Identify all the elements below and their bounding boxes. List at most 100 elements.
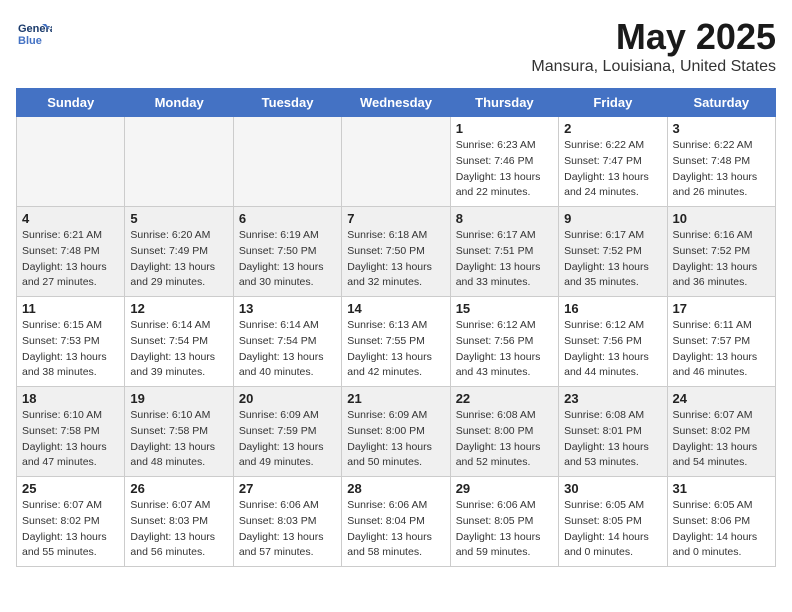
day-number: 25 — [22, 481, 119, 496]
day-number: 1 — [456, 121, 553, 136]
calendar-cell: 21 Sunrise: 6:09 AMSunset: 8:00 PMDayligh… — [342, 387, 450, 477]
week-row-3: 18Sunrise: 6:10 AMSunset: 7:58 PMDayligh… — [17, 387, 776, 477]
day-info: Sunrise: 6:14 AMSunset: 7:54 PMDaylight:… — [130, 318, 227, 381]
day-info: Sunrise: 6:12 AMSunset: 7:56 PMDaylight:… — [456, 318, 553, 381]
svg-text:Blue: Blue — [18, 35, 42, 47]
calendar-cell: 3Sunrise: 6:22 AMSunset: 7:48 PMDaylight… — [667, 117, 775, 207]
day-info: Sunrise: 6:10 AMSunset: 7:58 PMDaylight:… — [130, 408, 227, 471]
weekday-header-monday: Monday — [125, 89, 233, 117]
day-number: 27 — [239, 481, 336, 496]
page-header: General Blue General Blue May 2025 Mansu… — [16, 16, 776, 76]
weekday-header-sunday: Sunday — [17, 89, 125, 117]
day-number: 8 — [456, 211, 553, 226]
week-row-2: 11 Sunrise: 6:15 AMSunset: 7:53 PMDayligh… — [17, 297, 776, 387]
calendar-table: SundayMondayTuesdayWednesdayThursdayFrid… — [16, 88, 776, 567]
weekday-header-wednesday: Wednesday — [342, 89, 450, 117]
day-info: Sunrise: 6:07 AMSunset: 8:03 PMDaylight:… — [130, 498, 227, 561]
logo-icon: General Blue — [16, 16, 52, 52]
day-number: 15 — [456, 301, 553, 316]
day-info: Sunrise: 6:22 AMSunset: 7:47 PMDaylight:… — [564, 138, 661, 201]
calendar-cell: 6 Sunrise: 6:19 AMSunset: 7:50 PMDaylight… — [233, 207, 341, 297]
weekday-header-row: SundayMondayTuesdayWednesdayThursdayFrid… — [17, 89, 776, 117]
week-row-1: 4Sunrise: 6:21 AMSunset: 7:48 PMDaylight… — [17, 207, 776, 297]
calendar-cell: 17Sunrise: 6:11 AMSunset: 7:57 PMDayligh… — [667, 297, 775, 387]
day-info: Sunrise: 6:06 AMSunset: 8:05 PMDaylight:… — [456, 498, 553, 561]
day-number: 26 — [130, 481, 227, 496]
day-info: Sunrise: 6:15 AMSunset: 7:53 PMDaylight:… — [22, 318, 119, 381]
day-info: Sunrise: 6:09 AMSunset: 7:59 PMDaylight:… — [239, 408, 336, 471]
title-area: May 2025 Mansura, Louisiana, United Stat… — [531, 16, 776, 76]
calendar-cell: 24Sunrise: 6:07 AMSunset: 8:02 PMDayligh… — [667, 387, 775, 477]
day-info: Sunrise: 6:08 AMSunset: 8:01 PMDaylight:… — [564, 408, 661, 471]
calendar-cell: 7 Sunrise: 6:18 AMSunset: 7:50 PMDaylight… — [342, 207, 450, 297]
calendar-cell: 25 Sunrise: 6:07 AMSunset: 8:02 PMDayligh… — [17, 477, 125, 567]
day-info: Sunrise: 6:14 AMSunset: 7:54 PMDaylight:… — [239, 318, 336, 381]
calendar-cell: 15 Sunrise: 6:12 AMSunset: 7:56 PMDayligh… — [450, 297, 558, 387]
day-number: 5 — [130, 211, 227, 226]
day-number: 30 — [564, 481, 661, 496]
calendar-cell: 31 Sunrise: 6:05 AMSunset: 8:06 PMDayligh… — [667, 477, 775, 567]
calendar-cell: 9 Sunrise: 6:17 AMSunset: 7:52 PMDaylight… — [559, 207, 667, 297]
day-info: Sunrise: 6:07 AMSunset: 8:02 PMDaylight:… — [22, 498, 119, 561]
day-number: 9 — [564, 211, 661, 226]
logo: General Blue General Blue — [16, 16, 52, 52]
day-info: Sunrise: 6:09 AMSunset: 8:00 PMDaylight:… — [347, 408, 444, 471]
day-number: 22 — [456, 391, 553, 406]
day-info: Sunrise: 6:20 AMSunset: 7:49 PMDaylight:… — [130, 228, 227, 291]
calendar-cell: 23 Sunrise: 6:08 AMSunset: 8:01 PMDayligh… — [559, 387, 667, 477]
day-number: 20 — [239, 391, 336, 406]
day-info: Sunrise: 6:19 AMSunset: 7:50 PMDaylight:… — [239, 228, 336, 291]
day-number: 31 — [673, 481, 770, 496]
calendar-cell: 12 Sunrise: 6:14 AMSunset: 7:54 PMDayligh… — [125, 297, 233, 387]
day-info: Sunrise: 6:23 AMSunset: 7:46 PMDaylight:… — [456, 138, 553, 201]
day-info: Sunrise: 6:18 AMSunset: 7:50 PMDaylight:… — [347, 228, 444, 291]
day-number: 13 — [239, 301, 336, 316]
calendar-cell — [233, 117, 341, 207]
day-number: 17 — [673, 301, 770, 316]
day-info: Sunrise: 6:05 AMSunset: 8:06 PMDaylight:… — [673, 498, 770, 561]
calendar-cell: 16 Sunrise: 6:12 AMSunset: 7:56 PMDayligh… — [559, 297, 667, 387]
calendar-cell — [17, 117, 125, 207]
calendar-cell: 30 Sunrise: 6:05 AMSunset: 8:05 PMDayligh… — [559, 477, 667, 567]
weekday-header-saturday: Saturday — [667, 89, 775, 117]
day-info: Sunrise: 6:22 AMSunset: 7:48 PMDaylight:… — [673, 138, 770, 201]
month-title: May 2025 — [531, 16, 776, 58]
day-number: 23 — [564, 391, 661, 406]
day-number: 28 — [347, 481, 444, 496]
calendar-cell: 19 Sunrise: 6:10 AMSunset: 7:58 PMDayligh… — [125, 387, 233, 477]
day-number: 14 — [347, 301, 444, 316]
calendar-cell: 26 Sunrise: 6:07 AMSunset: 8:03 PMDayligh… — [125, 477, 233, 567]
day-info: Sunrise: 6:12 AMSunset: 7:56 PMDaylight:… — [564, 318, 661, 381]
day-info: Sunrise: 6:10 AMSunset: 7:58 PMDaylight:… — [22, 408, 119, 471]
calendar-cell: 8 Sunrise: 6:17 AMSunset: 7:51 PMDaylight… — [450, 207, 558, 297]
weekday-header-tuesday: Tuesday — [233, 89, 341, 117]
day-number: 12 — [130, 301, 227, 316]
calendar-cell — [342, 117, 450, 207]
calendar-cell: 28Sunrise: 6:06 AMSunset: 8:04 PMDayligh… — [342, 477, 450, 567]
calendar-cell: 10Sunrise: 6:16 AMSunset: 7:52 PMDayligh… — [667, 207, 775, 297]
day-info: Sunrise: 6:17 AMSunset: 7:52 PMDaylight:… — [564, 228, 661, 291]
day-info: Sunrise: 6:16 AMSunset: 7:52 PMDaylight:… — [673, 228, 770, 291]
calendar-cell: 20 Sunrise: 6:09 AMSunset: 7:59 PMDayligh… — [233, 387, 341, 477]
day-number: 11 — [22, 301, 119, 316]
day-number: 7 — [347, 211, 444, 226]
calendar-cell: 4Sunrise: 6:21 AMSunset: 7:48 PMDaylight… — [17, 207, 125, 297]
calendar-cell: 11 Sunrise: 6:15 AMSunset: 7:53 PMDayligh… — [17, 297, 125, 387]
week-row-0: 1 Sunrise: 6:23 AMSunset: 7:46 PMDaylight… — [17, 117, 776, 207]
day-number: 6 — [239, 211, 336, 226]
calendar-cell: 22 Sunrise: 6:08 AMSunset: 8:00 PMDayligh… — [450, 387, 558, 477]
calendar-cell: 18Sunrise: 6:10 AMSunset: 7:58 PMDayligh… — [17, 387, 125, 477]
day-number: 19 — [130, 391, 227, 406]
day-number: 16 — [564, 301, 661, 316]
day-number: 2 — [564, 121, 661, 136]
weekday-header-friday: Friday — [559, 89, 667, 117]
day-number: 21 — [347, 391, 444, 406]
day-info: Sunrise: 6:08 AMSunset: 8:00 PMDaylight:… — [456, 408, 553, 471]
calendar-cell: 14Sunrise: 6:13 AMSunset: 7:55 PMDayligh… — [342, 297, 450, 387]
day-info: Sunrise: 6:05 AMSunset: 8:05 PMDaylight:… — [564, 498, 661, 561]
location-title: Mansura, Louisiana, United States — [531, 58, 776, 76]
day-info: Sunrise: 6:17 AMSunset: 7:51 PMDaylight:… — [456, 228, 553, 291]
svg-text:General: General — [18, 23, 52, 35]
calendar-cell: 2 Sunrise: 6:22 AMSunset: 7:47 PMDaylight… — [559, 117, 667, 207]
day-number: 4 — [22, 211, 119, 226]
